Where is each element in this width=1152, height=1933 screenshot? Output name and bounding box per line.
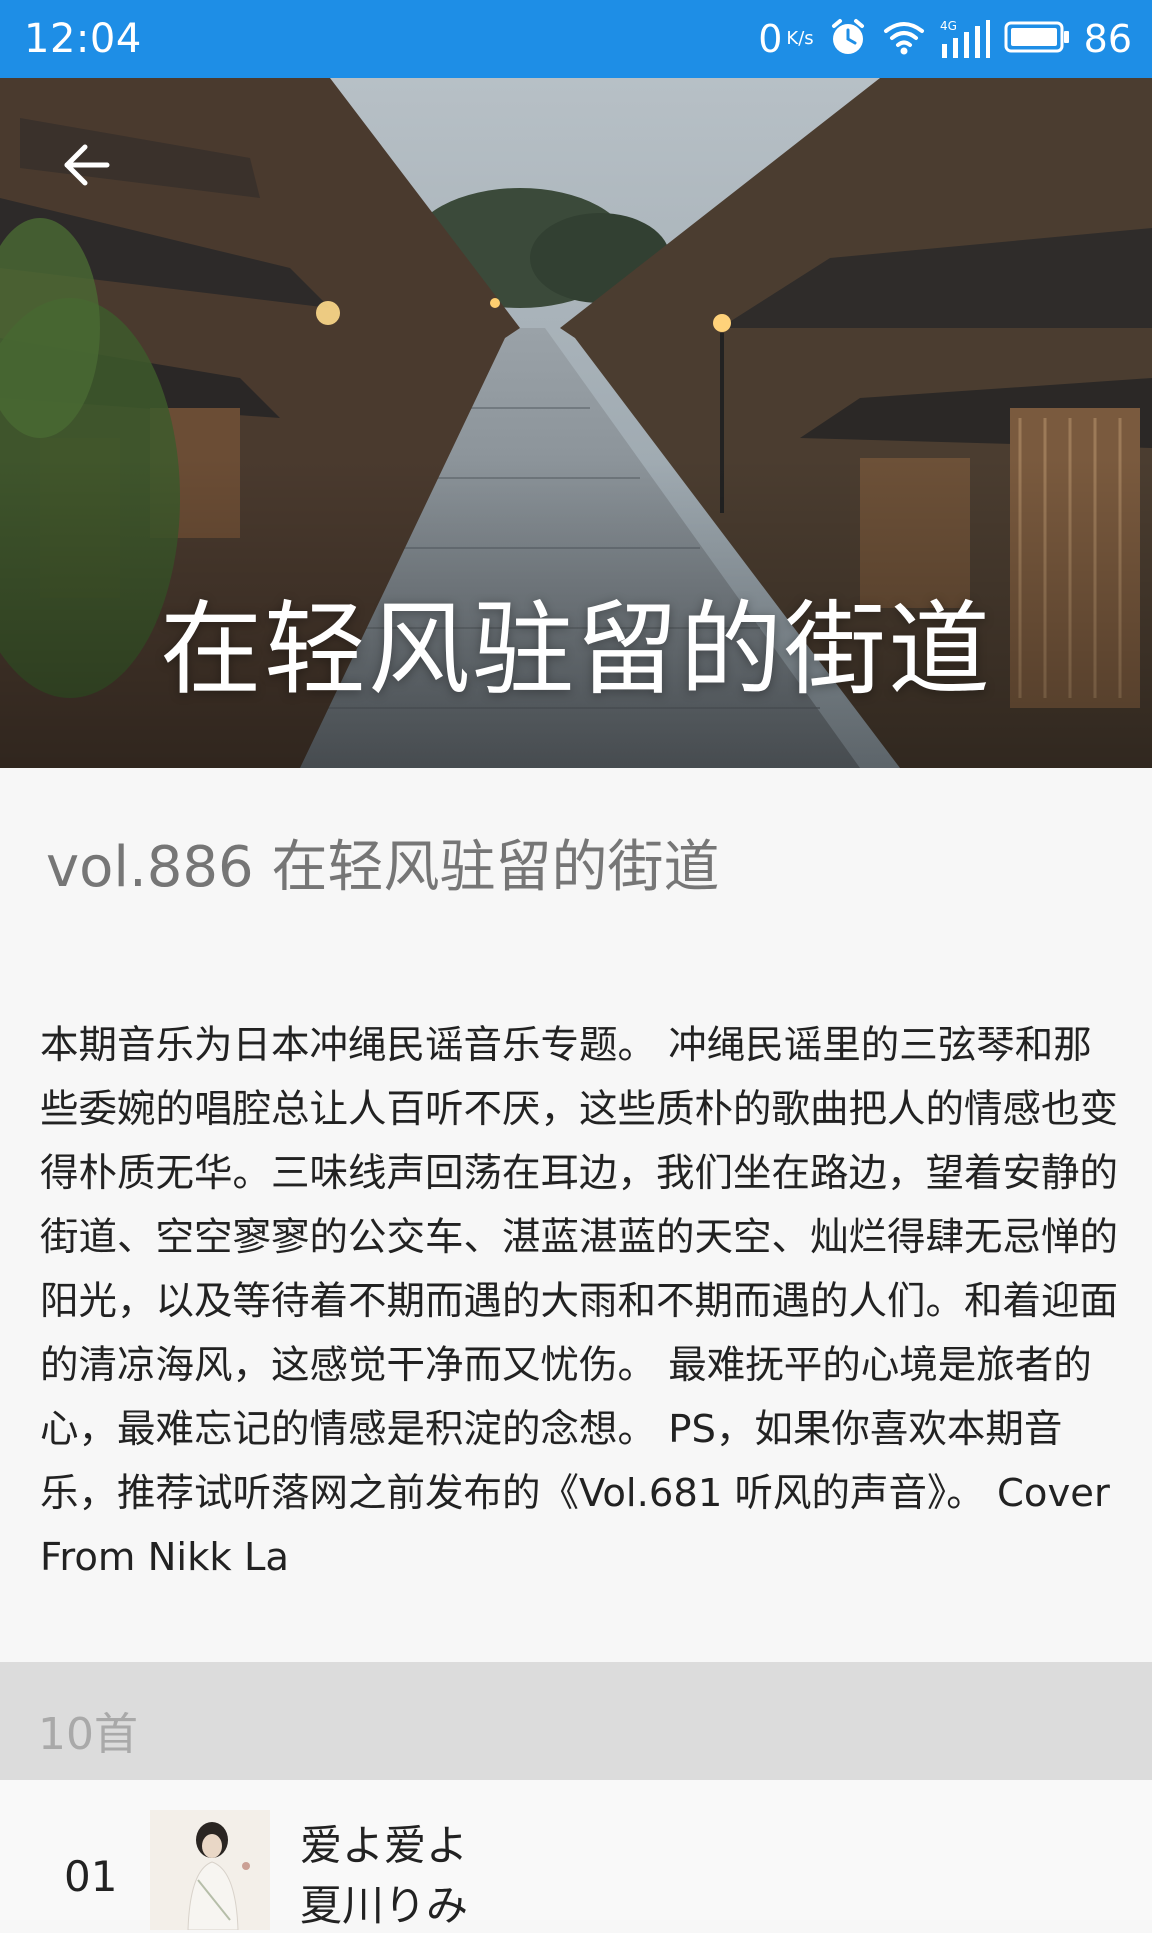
track-name: 爱よ爱よ	[300, 1821, 469, 1870]
back-button[interactable]	[50, 130, 120, 200]
signal-type-label: 4G	[940, 19, 957, 33]
description-text: 本期音乐为日本冲绳民谣音乐专题。 冲绳民谣里的三弦琴和那些委婉的唱腔总让人百听不…	[40, 1023, 1119, 1580]
track-count-bar: 10首	[0, 1662, 1152, 1780]
battery-icon	[1004, 20, 1070, 58]
track-artist: 夏川りみ	[300, 1881, 469, 1930]
cell-signal-icon: 4G	[940, 18, 990, 60]
header-title: 在轻风驻留的街道	[160, 591, 992, 710]
arrow-left-icon	[64, 144, 110, 186]
network-speed-unit: K/s	[786, 28, 814, 49]
network-speed-value: 0	[758, 17, 783, 61]
track-number: 01	[64, 1852, 118, 1901]
album-cover	[150, 1810, 270, 1930]
status-time: 12:04	[24, 16, 142, 62]
track-count-label: 10首	[38, 1709, 138, 1760]
network-speed: 0 K/s	[758, 17, 813, 61]
header-image: 在轻风驻留的街道	[0, 78, 1152, 768]
status-bar: 12:04 0 K/s 4G 86	[0, 0, 1152, 78]
alarm-icon	[828, 17, 868, 61]
volume-title: vol.886 在轻风驻留的街道	[46, 835, 720, 900]
track-row[interactable]: 01 爱よ爱よ 夏川りみ	[0, 1780, 1152, 1930]
battery-level: 86	[1083, 17, 1132, 61]
wifi-icon	[882, 17, 926, 61]
status-icons: 0 K/s 4G 86	[758, 17, 1132, 61]
